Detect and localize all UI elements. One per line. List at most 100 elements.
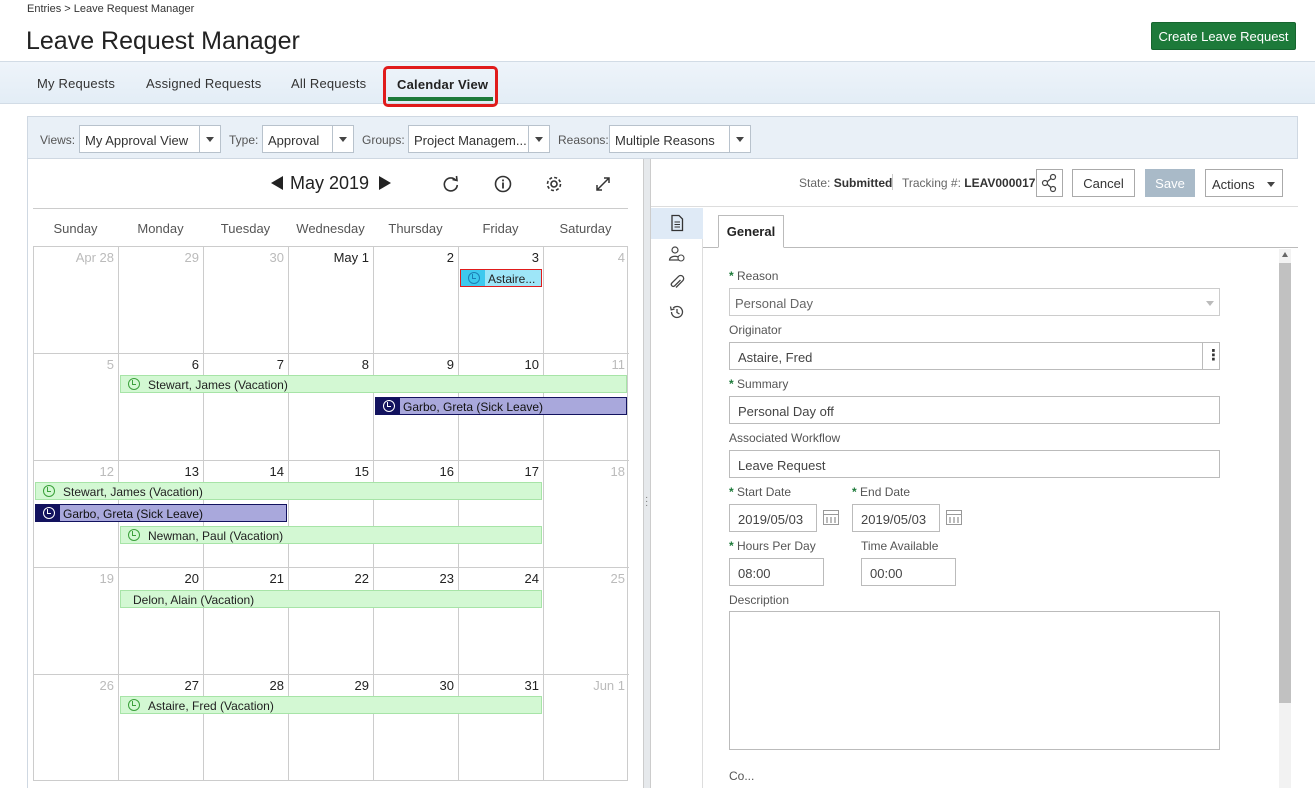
end-date-label: * End Date bbox=[852, 485, 911, 499]
end-date-field[interactable]: 2019/05/03 bbox=[852, 504, 940, 532]
day-number: 25 bbox=[610, 571, 625, 586]
calendar-day-cell[interactable]: 28 bbox=[204, 675, 289, 781]
day-number: 24 bbox=[524, 571, 539, 586]
calendar-event[interactable]: Delon, Alain (Vacation) bbox=[120, 590, 542, 608]
weekday-friday: Friday bbox=[482, 221, 519, 236]
record-toolbar: State: Submitted Tracking #: LEAV000017 … bbox=[651, 159, 1298, 207]
share-button[interactable] bbox=[1036, 169, 1063, 197]
calendar-day-cell[interactable]: 26 bbox=[34, 675, 119, 781]
calendar-event[interactable]: Stewart, James (Vacation) bbox=[120, 375, 627, 393]
calendar-event[interactable]: Stewart, James (Vacation) bbox=[35, 482, 542, 500]
form-scrollbar[interactable] bbox=[1279, 249, 1291, 788]
create-leave-request-button[interactable]: Create Leave Request bbox=[1151, 22, 1296, 50]
summary-field[interactable]: Personal Day off bbox=[729, 396, 1220, 424]
calendar-day-cell[interactable]: 27 bbox=[119, 675, 204, 781]
tab-general[interactable]: General bbox=[718, 215, 784, 248]
calendar-event[interactable]: Astaire, Fred (Vacation) bbox=[120, 696, 542, 714]
hours-per-day-label: * Hours Per Day bbox=[729, 539, 816, 553]
save-button[interactable]: Save bbox=[1145, 169, 1195, 197]
clock-icon bbox=[128, 529, 140, 541]
workflow-field[interactable]: Leave Request bbox=[729, 450, 1220, 478]
page-title: Leave Request Manager bbox=[26, 27, 300, 55]
attachment-icon[interactable] bbox=[668, 274, 686, 292]
tab-all-requests[interactable]: All Requests bbox=[291, 76, 366, 91]
previous-month-button[interactable] bbox=[271, 176, 283, 190]
more-options-icon[interactable] bbox=[1202, 343, 1221, 369]
calendar-day-cell[interactable]: 20 bbox=[119, 568, 204, 674]
calendar-day-cell[interactable]: 4 bbox=[544, 247, 629, 353]
calendar-icon[interactable] bbox=[823, 510, 839, 525]
panel-splitter[interactable]: · · · bbox=[643, 159, 651, 788]
calendar-day-cell[interactable]: 18 bbox=[544, 461, 629, 567]
reasons-select[interactable]: Multiple Reasons bbox=[609, 125, 751, 153]
description-textarea[interactable] bbox=[729, 611, 1220, 750]
calendar-day-cell[interactable]: 21 bbox=[204, 568, 289, 674]
views-select[interactable]: My Approval View bbox=[79, 125, 221, 153]
weekday-saturday: Saturday bbox=[559, 221, 612, 236]
calendar-day-cell[interactable]: May 1 bbox=[289, 247, 374, 353]
breadcrumb: Entries > Leave Request Manager bbox=[27, 3, 195, 15]
calendar-day-cell[interactable]: 31 bbox=[459, 675, 544, 781]
calendar-day-cell[interactable]: 6 bbox=[119, 354, 204, 460]
next-month-button[interactable] bbox=[379, 176, 391, 190]
calendar-day-cell[interactable]: 16 bbox=[374, 461, 459, 567]
calendar-day-cell[interactable]: 29 bbox=[289, 675, 374, 781]
calendar-day-cell[interactable]: 25 bbox=[544, 568, 629, 674]
calendar-day-cell[interactable]: Jun 1 bbox=[544, 675, 629, 781]
cancel-button[interactable]: Cancel bbox=[1072, 169, 1135, 197]
scroll-up-icon[interactable] bbox=[1282, 252, 1288, 257]
day-number: 2 bbox=[446, 250, 454, 265]
type-select[interactable]: Approval bbox=[262, 125, 354, 153]
reason-label: * Reason bbox=[729, 269, 779, 283]
reason-select[interactable]: Personal Day bbox=[729, 288, 1220, 316]
calendar-day-cell[interactable]: 15 bbox=[289, 461, 374, 567]
calendar-day-cell[interactable]: 17 bbox=[459, 461, 544, 567]
calendar-day-cell[interactable]: 3 bbox=[459, 247, 544, 353]
originator-field[interactable]: Astaire, Fred bbox=[729, 342, 1221, 370]
calendar-event[interactable]: Astaire... bbox=[460, 269, 542, 287]
calendar-day-cell[interactable]: 23 bbox=[374, 568, 459, 674]
weekday-sunday: Sunday bbox=[53, 221, 98, 236]
day-number: 21 bbox=[269, 571, 284, 586]
day-number: 8 bbox=[361, 357, 369, 372]
hours-per-day-field[interactable]: 08:00 bbox=[729, 558, 824, 586]
day-number: 29 bbox=[184, 250, 199, 265]
refresh-icon[interactable] bbox=[441, 174, 461, 194]
expand-icon[interactable] bbox=[593, 174, 613, 194]
calendar-day-cell[interactable]: Apr 28 bbox=[34, 247, 119, 353]
scrollbar-thumb[interactable] bbox=[1279, 263, 1291, 703]
history-icon[interactable] bbox=[668, 303, 686, 321]
form-tab-line bbox=[703, 247, 1298, 248]
actions-dropdown[interactable]: Actions bbox=[1205, 169, 1283, 197]
calendar-event[interactable]: Garbo, Greta (Sick Leave) bbox=[375, 397, 627, 415]
calendar-day-cell[interactable]: 30 bbox=[374, 675, 459, 781]
tab-assigned-requests[interactable]: Assigned Requests bbox=[146, 76, 261, 91]
user-approval-icon[interactable] bbox=[668, 245, 686, 263]
calendar-day-cell[interactable]: 2 bbox=[374, 247, 459, 353]
calendar-day-cell[interactable]: 24 bbox=[459, 568, 544, 674]
calendar-day-cell[interactable]: 30 bbox=[204, 247, 289, 353]
calendar-icon[interactable] bbox=[946, 510, 962, 525]
weekday-thursday: Thursday bbox=[388, 221, 443, 236]
tab-my-requests[interactable]: My Requests bbox=[37, 76, 115, 91]
time-available-field[interactable]: 00:00 bbox=[861, 558, 956, 586]
calendar-day-cell[interactable]: 29 bbox=[119, 247, 204, 353]
calendar-day-cell[interactable]: 19 bbox=[34, 568, 119, 674]
tracking-text: Tracking #: LEAV000017 bbox=[902, 176, 1036, 190]
weekday-wednesday: Wednesday bbox=[296, 221, 365, 236]
groups-select[interactable]: Project Managem... bbox=[408, 125, 550, 153]
share-icon bbox=[1041, 173, 1057, 193]
day-number: 10 bbox=[524, 357, 539, 372]
info-icon[interactable] bbox=[493, 174, 513, 194]
calendar-day-cell[interactable]: 5 bbox=[34, 354, 119, 460]
calendar-day-cell[interactable]: 22 bbox=[289, 568, 374, 674]
gear-icon[interactable] bbox=[544, 174, 564, 194]
calendar-event[interactable]: Newman, Paul (Vacation) bbox=[120, 526, 542, 544]
calendar-event[interactable]: Garbo, Greta (Sick Leave) bbox=[35, 504, 287, 522]
day-number: 9 bbox=[446, 357, 454, 372]
calendar-day-cell[interactable]: 7 bbox=[204, 354, 289, 460]
start-date-field[interactable]: 2019/05/03 bbox=[729, 504, 817, 532]
clock-icon bbox=[43, 507, 55, 519]
document-icon[interactable] bbox=[668, 214, 686, 232]
calendar-day-cell[interactable]: 8 bbox=[289, 354, 374, 460]
